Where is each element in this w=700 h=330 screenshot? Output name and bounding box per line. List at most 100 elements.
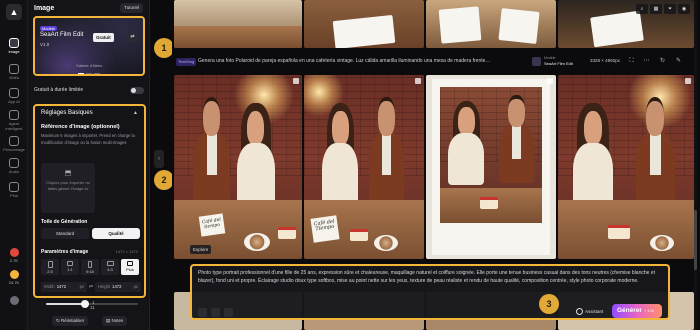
gallery-image[interactable]: Café del Tiempo	[304, 75, 424, 259]
rail-item-agent[interactable]: Agent intelligent	[0, 110, 28, 131]
rail-item-image[interactable]: Image	[0, 38, 28, 54]
dimensions-row: Width 1472 px Height 1472 px ⇄	[41, 282, 141, 292]
quantity-fill	[46, 303, 85, 305]
cafe-sign: Café del Tiempo	[310, 215, 340, 243]
gallery-image[interactable]	[426, 75, 556, 259]
image-actions[interactable]	[684, 78, 691, 86]
prompt-row: Text2Img Genera una foto Polaroid de par…	[172, 55, 697, 69]
image-upload-dropzone[interactable]: ⬒ Cliquez pour importer ou faites glisse…	[41, 163, 95, 213]
dropzone-label: Cliquez pour importer ou faites glisser …	[46, 180, 90, 191]
ratio-4-3[interactable]: 4:3	[101, 259, 119, 275]
ratio-2-3[interactable]: 2:3	[41, 259, 59, 275]
gallery-image[interactable]	[558, 75, 694, 259]
canvas-quality-option[interactable]: Qualité	[92, 228, 140, 239]
image-reference-title: Référence d'image (optionnel)	[41, 124, 120, 130]
generate-cost: + 100	[643, 308, 655, 313]
image-actions[interactable]	[292, 78, 299, 86]
assistant-icon	[576, 308, 583, 316]
prompt-text[interactable]: Genera una foto Polaroid de pareja españ…	[198, 58, 528, 64]
prompt-type-badge: Text2Img	[176, 58, 197, 66]
free-limited-row: Gratuit à durée limitée	[34, 85, 144, 95]
app-logo-icon[interactable]: ▲	[6, 4, 22, 20]
settings-icon[interactable]	[224, 308, 233, 317]
link-dimensions-icon[interactable]: ⇄	[88, 282, 94, 292]
lock-icon[interactable]	[211, 308, 220, 317]
rail-item-app-ai[interactable]: App AI	[0, 88, 28, 104]
avatar[interactable]	[0, 296, 28, 306]
basic-settings-title[interactable]: Réglages Basiques	[41, 110, 93, 116]
canvas-standard-option[interactable]: Standard	[41, 228, 89, 239]
expand-icon[interactable]: ⛶	[627, 57, 636, 66]
generate-button[interactable]: Générer + 100	[612, 304, 662, 318]
gallery-image[interactable]	[174, 0, 302, 48]
grid-view-icon[interactable]: ▦	[650, 4, 662, 14]
prompt-input[interactable]: Photo type portrait professionnel d'une …	[198, 270, 660, 285]
rail-item-video[interactable]: Vidéo	[0, 64, 28, 80]
rail-item-audio[interactable]: Audio	[0, 158, 28, 174]
search-icon[interactable]: ⌕	[636, 4, 648, 14]
more-options-icon[interactable]: ⋯	[642, 57, 651, 66]
energy-stat[interactable]: 2.7K	[0, 248, 28, 263]
ratio-9-16[interactable]: 9:16	[81, 259, 99, 275]
idea-gallery-link[interactable]: Galerie d'idées	[35, 63, 143, 68]
ratio-1-1[interactable]: 1:1	[61, 259, 79, 275]
chevron-up-icon[interactable]: ▲	[133, 110, 138, 116]
image-reference-description: Maximum 6 images à importer. Prend en ch…	[41, 133, 135, 145]
prompt-model: Modèle SeaArt Film Edit	[544, 56, 573, 66]
free-limited-label: Gratuit à durée limitée	[34, 87, 84, 93]
basic-settings-section: Réglages Basiques ▲ Référence d'image (o…	[33, 104, 146, 298]
scrollbar-thumb[interactable]	[694, 210, 697, 270]
image-actions[interactable]	[546, 78, 553, 86]
panel-title: Image	[34, 5, 55, 12]
output-size: 3328 × 4992px	[590, 58, 620, 63]
reset-button[interactable]: ↻ Réinitialiser	[52, 316, 89, 326]
model-name: SeaArt Film Edit	[40, 32, 84, 38]
tutorial-button[interactable]: Tutoriel	[120, 3, 143, 13]
explore-button[interactable]: Explore	[190, 245, 212, 254]
carousel-dots[interactable]	[35, 70, 143, 74]
image-icon	[9, 38, 19, 48]
copy-icon	[293, 78, 299, 84]
energy-icon	[9, 248, 19, 257]
image-upload-icon[interactable]	[198, 308, 207, 317]
collapse-panel-icon[interactable]: ‹	[154, 150, 164, 168]
model-version[interactable]: V1.0	[40, 42, 49, 47]
copy-icon	[547, 78, 553, 84]
image-params-title: Paramètres d'image	[41, 249, 89, 255]
secondary-slider[interactable]: 11	[34, 305, 144, 312]
free-limited-toggle[interactable]	[130, 87, 144, 94]
assistant-toggle[interactable]: Assistant	[576, 307, 603, 317]
regenerate-icon[interactable]: ↻	[658, 57, 667, 66]
coins-stat[interactable]: 24.7K	[0, 270, 28, 285]
icon-rail: ▲ Image Vidéo App AI Agent intelligent P…	[0, 0, 28, 330]
image-actions[interactable]	[414, 78, 421, 86]
rail-item-more[interactable]: Plus	[0, 182, 28, 198]
prompt-composer[interactable]: Photo type portrait professionnel d'une …	[190, 264, 670, 320]
filter-icon[interactable]: ⏷	[664, 4, 676, 14]
visibility-icon[interactable]: ◉	[678, 4, 690, 14]
model-tag: Modèle	[40, 26, 58, 31]
avatar-icon	[9, 296, 19, 305]
ratio-more[interactable]: Plus	[121, 259, 139, 275]
edit-icon[interactable]: ✎	[674, 57, 683, 66]
gallery-image[interactable]: Café del tiempo	[174, 75, 302, 259]
audio-icon	[9, 158, 19, 168]
aspect-ratio-group: 2:3 1:1 9:16 4:3 Plus	[41, 259, 141, 275]
free-model-button[interactable]: Gratuit	[93, 33, 114, 42]
step-badge-3: 3	[539, 294, 559, 314]
step-badge-1: 1	[154, 38, 174, 58]
notes-button[interactable]: ▤ Notes	[102, 316, 128, 326]
height-field[interactable]: Height 1472 px	[95, 282, 141, 292]
coin-icon	[9, 270, 19, 279]
swap-model-icon[interactable]: ⇄	[128, 33, 137, 42]
gallery-image[interactable]	[426, 0, 556, 48]
settings-panel: Image Tutoriel Modèle SeaArt Film Edit V…	[28, 0, 150, 330]
model-card[interactable]: Modèle SeaArt Film Edit V1.0 Gratuit ⇄ G…	[33, 16, 145, 76]
image-params-dimensions: 1472 × 1472	[115, 249, 138, 254]
rail-item-character[interactable]: Personnage	[0, 136, 28, 152]
gallery-image[interactable]	[304, 0, 424, 48]
gallery-scrollbar[interactable]	[694, 0, 697, 330]
width-field[interactable]: Width 1472 px	[41, 282, 87, 292]
secondary-value: 11	[90, 305, 95, 310]
model-thumbnail-icon	[532, 57, 541, 66]
